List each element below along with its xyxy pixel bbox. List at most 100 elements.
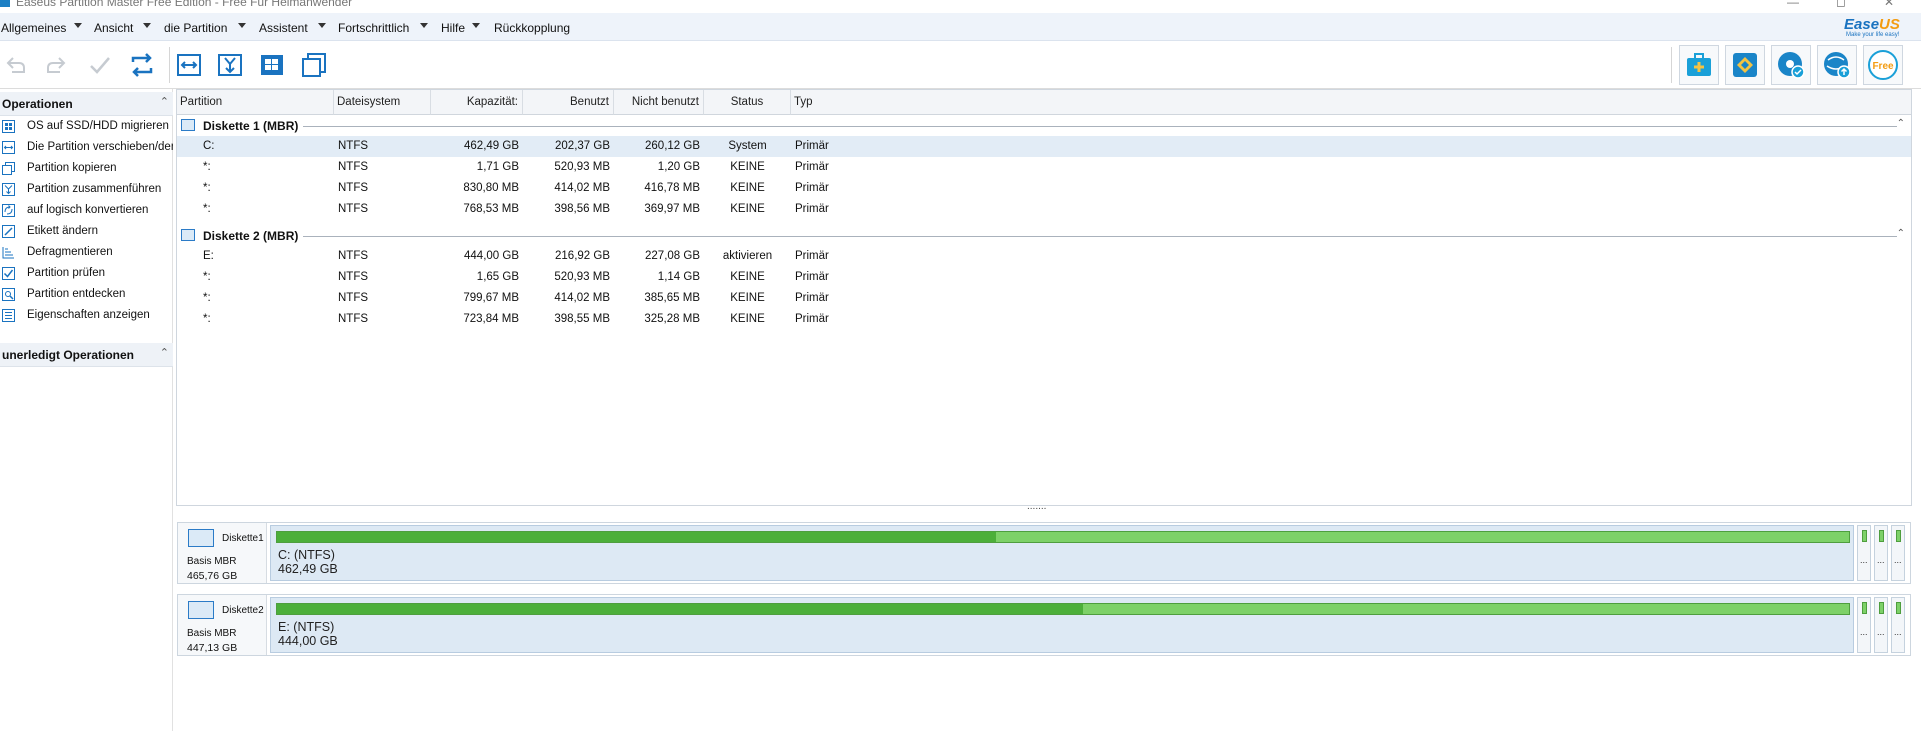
disk-group-title: Diskette 2 (MBR): [203, 229, 299, 243]
disk-info: Diskette2 Basis MBR 447,13 GB: [178, 595, 267, 655]
migrate-os-icon[interactable]: [256, 49, 288, 81]
minimize-button[interactable]: —: [1783, 0, 1803, 9]
cell-used: 398,55 MB: [554, 313, 610, 325]
cell-used: 202,37 GB: [555, 140, 610, 152]
splitter-handle[interactable]: .......: [1027, 501, 1046, 512]
op-change-label[interactable]: Etikett ändern: [0, 221, 173, 242]
toolbar: Free: [0, 41, 1921, 89]
menu-partition[interactable]: die Partition: [164, 21, 227, 35]
col-header-type[interactable]: Typ: [791, 90, 1911, 115]
collapse-icon[interactable]: ⌃: [160, 95, 169, 108]
tag-icon[interactable]: [1725, 45, 1765, 85]
redo-icon[interactable]: [40, 49, 72, 81]
col-header-status[interactable]: Status: [704, 90, 791, 115]
partition-block[interactable]: C: (NTFS) 462,49 GB: [270, 525, 1854, 581]
close-button[interactable]: ✕: [1879, 0, 1899, 9]
chevron-down-icon[interactable]: [143, 23, 151, 28]
small-partition-block[interactable]: ...: [1857, 525, 1871, 581]
op-migrate-os[interactable]: OS auf SSD/HDD migrieren: [0, 116, 173, 137]
usage-bar: [1879, 530, 1884, 542]
op-explore-partition[interactable]: Partition entdecken: [0, 284, 173, 305]
table-row[interactable]: *: NTFS 1,65 GB 520,93 MB 1,14 GB KEINE …: [177, 267, 1911, 288]
partition-block[interactable]: E: (NTFS) 444,00 GB: [270, 597, 1854, 653]
small-partition-block[interactable]: ...: [1891, 525, 1905, 581]
small-partition-block[interactable]: ...: [1874, 597, 1888, 653]
menu-fortschrittlich[interactable]: Fortschrittlich: [338, 21, 409, 35]
chevron-down-icon[interactable]: [420, 23, 428, 28]
cell-unused: 369,97 MB: [644, 203, 700, 215]
menu-hilfe[interactable]: Hilfe: [441, 21, 465, 35]
cell-type: Primär: [795, 203, 829, 215]
apply-icon[interactable]: [84, 49, 116, 81]
refresh-icon[interactable]: [126, 49, 158, 81]
disk-group-header[interactable]: Diskette 1 (MBR) ⌃: [177, 115, 1911, 136]
small-partition-block[interactable]: ...: [1891, 597, 1905, 653]
cell-partition: C:: [203, 140, 215, 152]
small-partition-block[interactable]: ...: [1857, 597, 1871, 653]
table-row[interactable]: *: NTFS 723,84 MB 398,55 MB 325,28 MB KE…: [177, 309, 1911, 330]
truncated-label: ...: [1894, 627, 1902, 637]
chevron-down-icon[interactable]: [318, 23, 326, 28]
update-icon[interactable]: [1817, 45, 1857, 85]
op-resize-move[interactable]: Die Partition verschieben/dere: [0, 137, 173, 158]
table-row[interactable]: *: NTFS 830,80 MB 414,02 MB 416,78 MB KE…: [177, 178, 1911, 199]
col-header-capacity[interactable]: Kapazität:: [431, 90, 523, 115]
op-defragment[interactable]: Defragmentieren: [0, 242, 173, 263]
menu-allgemeines[interactable]: Allgemeines: [1, 21, 66, 35]
pending-operations-header[interactable]: unerledigt Operationen ⌃: [0, 343, 173, 367]
table-row[interactable]: *: NTFS 768,53 MB 398,56 MB 369,97 MB KE…: [177, 199, 1911, 220]
chevron-down-icon[interactable]: [74, 23, 82, 28]
op-convert-logical[interactable]: auf logisch konvertieren: [0, 200, 173, 221]
cell-capacity: 444,00 GB: [464, 250, 519, 262]
recovery-icon[interactable]: [1771, 45, 1811, 85]
cell-used: 414,02 MB: [554, 182, 610, 194]
col-header-filesystem[interactable]: Dateisystem: [334, 90, 431, 115]
merge-icon[interactable]: [214, 49, 246, 81]
collapse-icon[interactable]: ⌃: [1897, 118, 1905, 129]
col-header-unused[interactable]: Nicht benutzt: [614, 90, 704, 115]
table-row[interactable]: *: NTFS 1,71 GB 520,93 MB 1,20 GB KEINE …: [177, 157, 1911, 178]
easeus-logo: EaseUS Make your life easy!: [1840, 16, 1906, 41]
operations-header[interactable]: Operationen ⌃: [0, 92, 173, 116]
chevron-down-icon[interactable]: [238, 23, 246, 28]
disk-group-header[interactable]: Diskette 2 (MBR) ⌃: [177, 225, 1911, 246]
copy-icon[interactable]: [298, 49, 330, 81]
table-row[interactable]: E: NTFS 444,00 GB 216,92 GB 227,08 GB ak…: [177, 246, 1911, 267]
partition-label: C: (NTFS): [278, 548, 335, 562]
cell-status: KEINE: [730, 313, 765, 325]
backup-icon[interactable]: [1679, 45, 1719, 85]
partition-size: 444,00 GB: [278, 634, 338, 648]
free-icon[interactable]: Free: [1863, 45, 1903, 85]
collapse-icon[interactable]: ⌃: [1897, 228, 1905, 239]
menu-ansicht[interactable]: Ansicht: [94, 21, 133, 35]
op-merge-partition[interactable]: Partition zusammenführen: [0, 179, 173, 200]
small-partition-block[interactable]: ...: [1874, 525, 1888, 581]
col-header-partition[interactable]: Partition: [177, 90, 334, 115]
menu-rueckkopplung[interactable]: Rückkopplung: [494, 21, 570, 35]
table-row[interactable]: *: NTFS 799,67 MB 414,02 MB 385,65 MB KE…: [177, 288, 1911, 309]
menu-assistent[interactable]: Assistent: [259, 21, 308, 35]
op-label: Die Partition verschieben/dere: [27, 141, 173, 153]
col-header-used[interactable]: Benutzt: [523, 90, 614, 115]
usage-bar: [1879, 602, 1884, 614]
op-view-properties[interactable]: Eigenschaften anzeigen: [0, 305, 173, 326]
op-copy-partition[interactable]: Partition kopieren: [0, 158, 173, 179]
table-row[interactable]: C: NTFS 462,49 GB 202,37 GB 260,12 GB Sy…: [177, 136, 1911, 157]
op-label: Etikett ändern: [27, 225, 98, 237]
usage-bar-fill: [277, 532, 997, 542]
op-check-partition[interactable]: Partition prüfen: [0, 263, 173, 284]
disk-map-disk1[interactable]: Diskette1 Basis MBR 465,76 GB C: (NTFS) …: [177, 522, 1911, 584]
cell-type: Primär: [795, 271, 829, 283]
resize-move-icon[interactable]: [173, 49, 205, 81]
partition-size: 462,49 GB: [278, 562, 338, 576]
cell-type: Primär: [795, 250, 829, 262]
maximize-button[interactable]: ◻: [1831, 0, 1851, 9]
disk-map-disk2[interactable]: Diskette2 Basis MBR 447,13 GB E: (NTFS) …: [177, 594, 1911, 656]
collapse-icon[interactable]: ⌃: [160, 346, 169, 359]
op-label: Partition kopieren: [27, 162, 117, 174]
cell-status: aktivieren: [722, 250, 773, 262]
chevron-down-icon[interactable]: [472, 23, 480, 28]
copy-partition-icon: [1, 161, 15, 175]
undo-icon[interactable]: [0, 49, 32, 81]
cell-capacity: 723,84 MB: [463, 313, 519, 325]
